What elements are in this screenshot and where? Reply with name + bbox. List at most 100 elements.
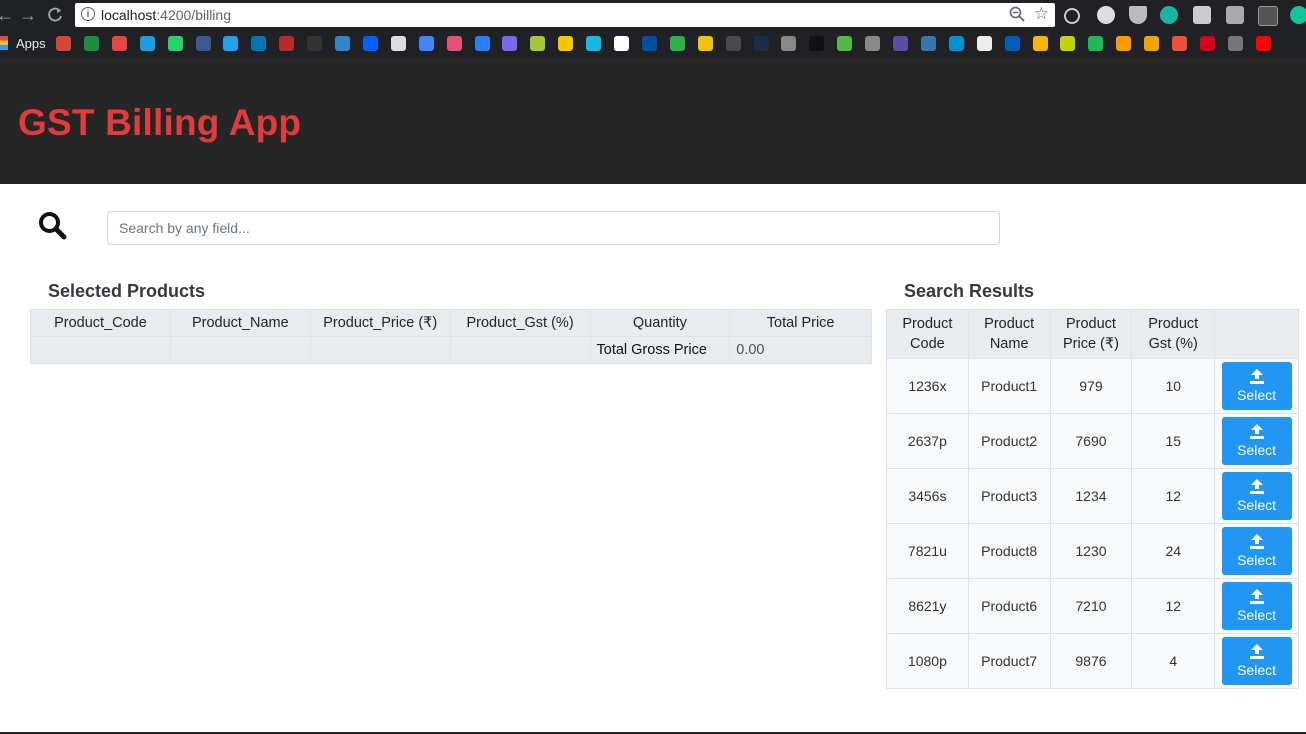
bookmark-favicon-icon[interactable] xyxy=(502,36,518,51)
bookmark-favicon-icon[interactable] xyxy=(558,36,574,51)
bookmark-favicon-icon[interactable] xyxy=(418,36,434,51)
select-button[interactable]: Select xyxy=(1221,637,1292,685)
bookmark-favicon-icon[interactable] xyxy=(614,36,629,51)
app-title: GST Billing App xyxy=(18,102,302,143)
bookmark-favicon-icon[interactable] xyxy=(1004,36,1020,51)
cell-price: 7210 xyxy=(1049,578,1133,634)
bookmark-favicon-icon[interactable] xyxy=(530,36,546,51)
bookmark-favicon-icon[interactable] xyxy=(1172,36,1187,51)
bookmark-favicon-icon[interactable] xyxy=(362,36,378,51)
select-button[interactable]: Select xyxy=(1221,527,1292,575)
column-header: Product_Name xyxy=(169,309,311,337)
bookmark-favicon-icon[interactable] xyxy=(725,36,741,51)
cell-gst: 15 xyxy=(1131,413,1216,469)
bookmark-favicon-icon[interactable] xyxy=(167,36,183,51)
cell-price: 7690 xyxy=(1049,413,1133,469)
cell-action: Select xyxy=(1214,358,1299,414)
bookmark-favicon-icon[interactable] xyxy=(920,36,936,51)
bookmark-favicon-icon[interactable] xyxy=(307,36,323,51)
search-results-title: Search Results xyxy=(904,281,1035,301)
bookmark-favicon-icon[interactable] xyxy=(1116,36,1132,51)
table-row: 1236x Product1 979 10 Select xyxy=(886,358,1299,414)
cell-name: Product1 xyxy=(967,358,1051,414)
bookmark-favicon-icon[interactable] xyxy=(1144,36,1160,51)
total-gross-label: Total Gross Price xyxy=(589,336,731,364)
bookmark-favicon-icon[interactable] xyxy=(139,36,155,51)
cell-name: Product3 xyxy=(967,468,1051,524)
select-button[interactable]: Select xyxy=(1221,417,1292,465)
bookmark-favicon-icon[interactable] xyxy=(446,36,462,51)
extension-icon[interactable] xyxy=(1258,6,1278,26)
upload-icon xyxy=(1222,424,1292,439)
table-cell xyxy=(169,336,311,364)
apps-icon[interactable] xyxy=(0,36,8,50)
table-row: 7821u Product8 1230 24 Select xyxy=(886,523,1299,579)
bookmark-favicon-icon[interactable] xyxy=(753,36,769,51)
select-button[interactable]: Select xyxy=(1221,362,1292,410)
bookmark-favicon-icon[interactable] xyxy=(111,36,127,51)
extension-icon[interactable] xyxy=(1160,6,1178,24)
bookmark-favicon-icon[interactable] xyxy=(865,36,881,51)
bookmark-favicon-icon[interactable] xyxy=(1227,36,1243,51)
upload-icon xyxy=(1222,644,1292,659)
selected-products-table: Product_Code Product_Name Product_Price … xyxy=(30,309,872,364)
bookmark-favicon-icon[interactable] xyxy=(976,36,992,51)
bookmark-favicon-icon[interactable] xyxy=(893,36,908,51)
bookmark-favicon-icon[interactable] xyxy=(948,36,964,51)
select-button-label: Select xyxy=(1237,662,1276,678)
cell-action: Select xyxy=(1214,468,1299,524)
bookmark-favicon-icon[interactable] xyxy=(1060,36,1076,51)
bookmark-favicon-icon[interactable] xyxy=(809,36,825,51)
select-button[interactable]: Select xyxy=(1221,472,1292,520)
bookmark-favicon-icon[interactable] xyxy=(1255,36,1271,51)
bookmark-favicon-icon[interactable] xyxy=(83,36,99,51)
extension-icon[interactable] xyxy=(1226,6,1244,24)
cell-name: Product7 xyxy=(967,633,1051,689)
bookmark-favicon-icon[interactable] xyxy=(781,36,797,51)
cell-code: 1236x xyxy=(886,358,969,414)
bookmark-favicon-icon[interactable] xyxy=(335,36,350,51)
address-bar[interactable]: i localhost:4200/billing ☆ xyxy=(75,3,1055,27)
table-cell xyxy=(309,336,451,364)
bookmark-star-icon[interactable]: ☆ xyxy=(1034,4,1049,24)
bookmark-favicon-icon[interactable] xyxy=(1199,36,1215,51)
back-icon[interactable]: ← xyxy=(0,4,16,26)
forward-icon[interactable]: → xyxy=(17,4,39,26)
search-icon xyxy=(38,211,68,241)
extension-icon[interactable] xyxy=(1129,6,1147,24)
bookmark-favicon-icon[interactable] xyxy=(223,36,239,51)
bookmark-favicon-icon[interactable] xyxy=(697,36,713,51)
select-button[interactable]: Select xyxy=(1221,582,1292,630)
column-header: Product Code xyxy=(886,309,969,359)
extension-icon[interactable] xyxy=(1290,6,1306,24)
bookmark-favicon-icon[interactable] xyxy=(56,36,71,51)
extension-icon[interactable] xyxy=(1097,6,1115,24)
bookmark-favicon-icon[interactable] xyxy=(279,36,295,51)
bookmark-apps[interactable]: Apps xyxy=(16,36,46,51)
bookmark-favicon-icon[interactable] xyxy=(474,36,490,51)
info-icon[interactable]: i xyxy=(81,7,95,21)
column-header: Product_Gst (%) xyxy=(449,309,591,337)
total-gross-value: 0.00 xyxy=(729,336,872,364)
bookmark-favicon-icon[interactable] xyxy=(1032,36,1048,51)
bookmark-favicon-icon[interactable] xyxy=(1088,36,1104,51)
upload-icon xyxy=(1222,534,1292,549)
bookmark-favicon-icon[interactable] xyxy=(586,36,602,51)
column-header: Total Price xyxy=(729,309,872,337)
bookmark-favicon-icon[interactable] xyxy=(251,36,267,51)
search-input[interactable] xyxy=(107,211,1000,245)
bookmark-favicon-icon[interactable] xyxy=(641,36,657,51)
select-button-label: Select xyxy=(1237,607,1276,623)
extension-icon[interactable] xyxy=(1193,6,1211,24)
total-row: Total Gross Price 0.00 xyxy=(30,336,872,364)
zoom-icon[interactable] xyxy=(1009,6,1025,22)
bookmark-favicon-icon[interactable] xyxy=(837,36,853,51)
column-header: Product Gst (%) xyxy=(1131,309,1216,359)
bookmark-favicon-icon[interactable] xyxy=(195,36,211,51)
reload-icon[interactable] xyxy=(44,4,66,26)
column-header: Product Name xyxy=(967,309,1051,359)
extension-icon[interactable] xyxy=(1064,8,1080,24)
bookmark-favicon-icon[interactable] xyxy=(390,36,406,51)
bookmark-favicon-icon[interactable] xyxy=(669,36,685,51)
table-cell xyxy=(449,336,591,364)
